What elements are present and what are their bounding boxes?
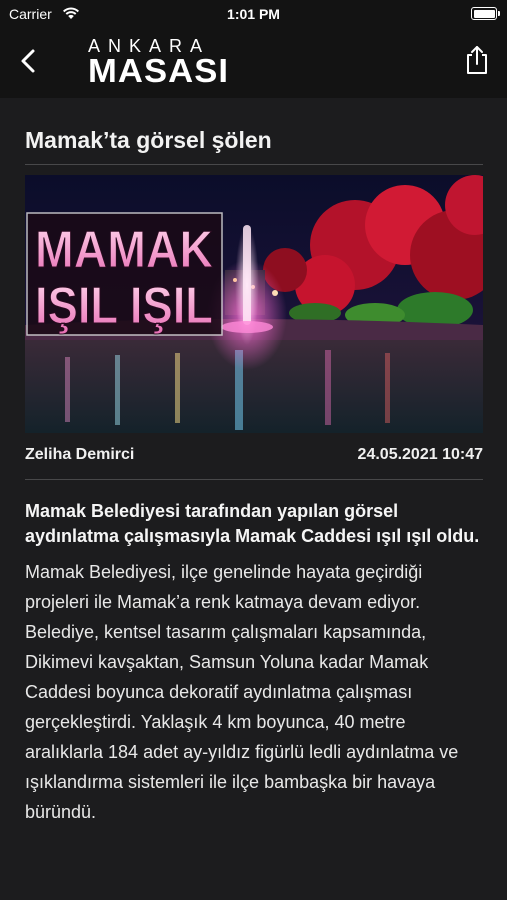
- status-time: 1:01 PM: [227, 6, 280, 22]
- navigation-bar: ANKARA MASASI: [0, 30, 507, 98]
- back-chevron-icon[interactable]: [14, 46, 44, 76]
- author-name: Zeliha Demirci: [25, 446, 135, 463]
- meta-divider: [25, 479, 483, 480]
- title-divider: [25, 164, 483, 165]
- article-lead: Mamak Belediyesi tarafından yapılan görs…: [25, 501, 480, 546]
- logo-bottom-text: MASASI: [88, 52, 230, 89]
- article-title: Mamak’ta görsel şölen: [25, 127, 272, 153]
- article-hero-image: MAMAK IŞIL IŞIL: [25, 175, 483, 433]
- hero-overlay-line1: MAMAK: [35, 221, 213, 279]
- hero-overlay-line2: IŞIL IŞIL: [35, 277, 213, 335]
- publish-datetime: 24.05.2021 10:47: [357, 446, 483, 463]
- share-icon[interactable]: [463, 44, 491, 76]
- status-bar: Carrier 1:01 PM: [0, 0, 507, 30]
- ankara-masasi-logo: ANKARA MASASI: [88, 36, 230, 89]
- battery-icon: [471, 7, 500, 20]
- article-content: Mamak’ta görsel şölen MAMAK IŞIL IŞIL Ze…: [25, 98, 483, 827]
- article-meta: Zeliha Demirci 24.05.2021 10:47: [25, 445, 483, 465]
- article-body: Mamak Belediyesi, ilçe genelinde hayata …: [25, 562, 459, 822]
